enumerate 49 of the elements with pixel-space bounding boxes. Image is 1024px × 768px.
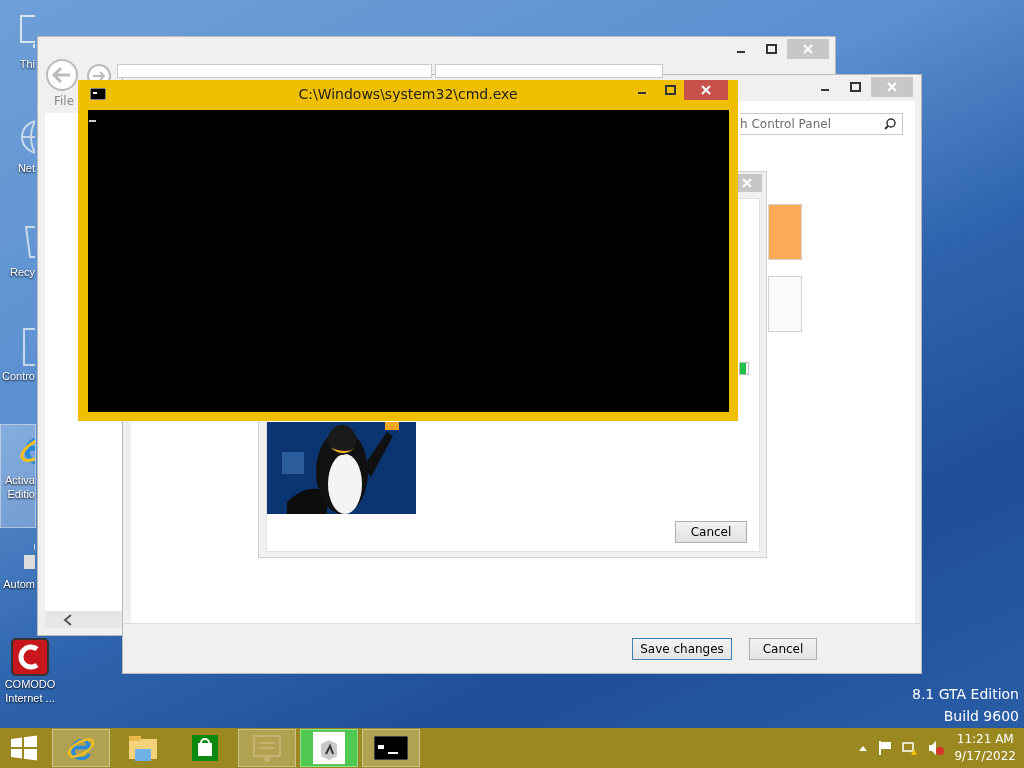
- search-field[interactable]: h Control Panel: [740, 113, 903, 135]
- maximize-icon[interactable]: [849, 82, 861, 92]
- maximize-icon[interactable]: [664, 85, 676, 95]
- terminal-icon[interactable]: [374, 736, 408, 760]
- icon-label: Internet ...: [5, 691, 55, 705]
- taskbar-button[interactable]: [362, 729, 420, 767]
- icon-label: Activa: [5, 473, 35, 487]
- forward-button[interactable]: [87, 64, 111, 80]
- back-button[interactable]: [45, 58, 78, 92]
- shield-icon: [10, 637, 50, 677]
- terminal-icon: [90, 88, 106, 100]
- desktop-icon[interactable]: Net: [0, 112, 36, 216]
- text-cursor: [89, 120, 96, 122]
- desktop-icon[interactable]: Thi: [0, 8, 36, 112]
- edition-text: Build 9600: [943, 707, 1019, 726]
- desktop-icon[interactable]: Contro: [0, 320, 36, 424]
- window-title: C:\Windows\system32\cmd.exe: [297, 86, 519, 102]
- close-icon[interactable]: [701, 85, 711, 95]
- menu-item[interactable]: File: [54, 94, 75, 108]
- search-icon: [884, 118, 896, 130]
- folder-icon[interactable]: [127, 733, 159, 763]
- desktop-icon[interactable]: Recy: [0, 216, 36, 320]
- time-text: 11:21 AM: [956, 731, 1014, 748]
- speaker-muted-icon[interactable]: [928, 740, 945, 756]
- scrollbar[interactable]: [45, 611, 123, 628]
- cancel-button[interactable]: Cancel: [749, 637, 817, 660]
- icon-label: Editio: [7, 487, 35, 501]
- icon-label: Recy: [9, 265, 35, 279]
- network-icon[interactable]: [902, 740, 919, 756]
- caret-up-icon[interactable]: [858, 744, 869, 752]
- address-field[interactable]: [117, 64, 432, 78]
- maximize-icon[interactable]: [765, 44, 777, 54]
- windows-icon[interactable]: [10, 735, 38, 761]
- date-text: 9/17/2022: [954, 748, 1016, 765]
- flag-icon[interactable]: [878, 740, 893, 756]
- edition-text: 8.1 GTA Edition: [912, 685, 1019, 704]
- cancel-button[interactable]: Cancel: [675, 521, 747, 543]
- shopping-bag-icon[interactable]: [192, 735, 218, 761]
- chevron-left-icon[interactable]: [63, 614, 73, 626]
- desktop-icon[interactable]: Autom: [0, 528, 36, 632]
- box-icon[interactable]: [313, 732, 345, 764]
- icon-label: COMODO: [4, 677, 56, 691]
- desktop-icon[interactable]: COMODO Internet ...: [0, 632, 60, 724]
- icon-label: Autom: [3, 577, 35, 591]
- icon-label: Thi: [19, 57, 35, 71]
- icon-label: Net: [17, 161, 35, 175]
- save-button[interactable]: Save changes: [632, 637, 732, 660]
- icon-label: Contro: [1, 369, 35, 383]
- clock[interactable]: 11:21 AM 9/17/2022: [954, 731, 1016, 765]
